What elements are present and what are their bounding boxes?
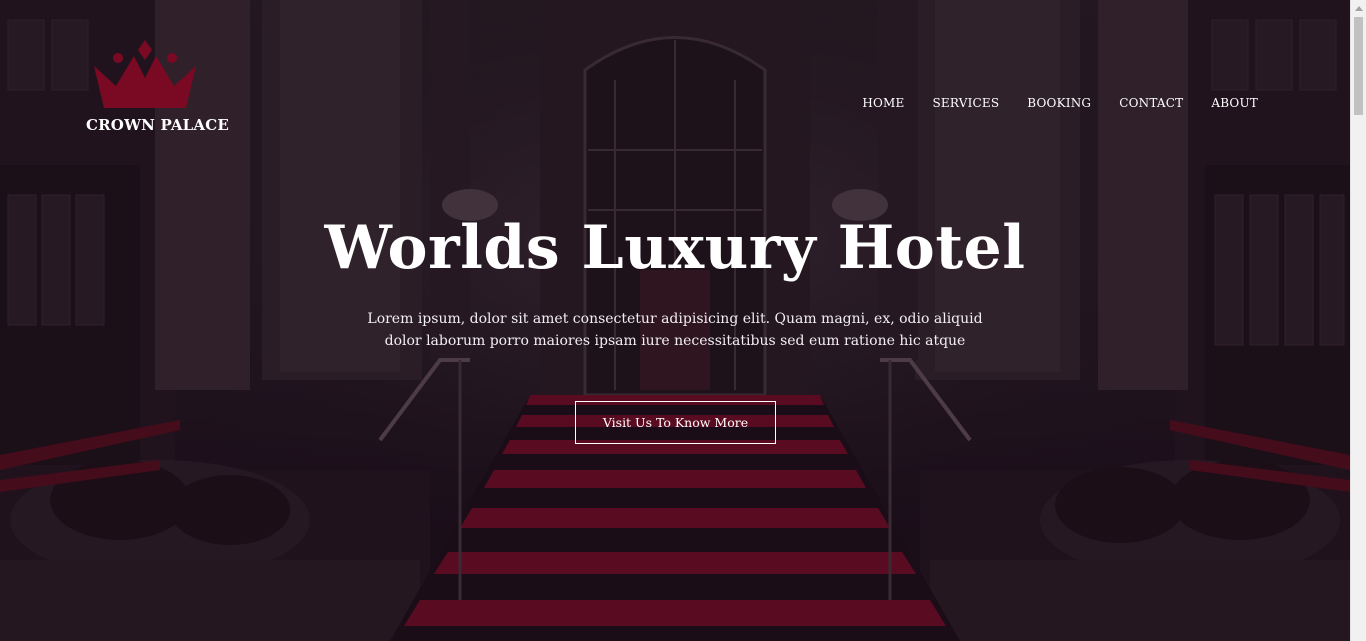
scrollbar-thumb[interactable] bbox=[1354, 17, 1363, 115]
hero-description: Lorem ipsum, dolor sit amet consectetur … bbox=[367, 311, 983, 349]
nav-services[interactable]: SERVICES bbox=[933, 96, 1000, 110]
scroll-up-arrow-icon[interactable] bbox=[1351, 0, 1366, 16]
nav-booking[interactable]: BOOKING bbox=[1027, 96, 1091, 110]
hero-title: Worlds Luxury Hotel bbox=[324, 213, 1026, 283]
visit-us-button[interactable]: Visit Us To Know More bbox=[575, 401, 776, 444]
crown-icon bbox=[94, 40, 196, 108]
main-nav: HOME SERVICES BOOKING CONTACT ABOUT bbox=[862, 96, 1258, 110]
brand-logo[interactable]: CROWN PALACE bbox=[86, 38, 230, 134]
brand-name: CROWN PALACE bbox=[86, 116, 230, 134]
nav-about[interactable]: ABOUT bbox=[1211, 96, 1258, 110]
nav-home[interactable]: HOME bbox=[862, 96, 904, 110]
page-scrollbar[interactable] bbox=[1350, 0, 1366, 641]
landing-page: CROWN PALACE HOME SERVICES BOOKING CONTA… bbox=[0, 0, 1366, 641]
nav-contact[interactable]: CONTACT bbox=[1119, 96, 1183, 110]
